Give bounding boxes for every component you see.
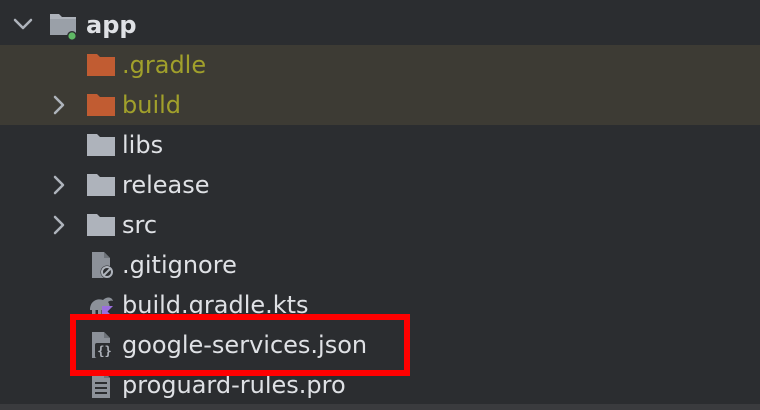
chevron-right-icon[interactable] bbox=[44, 210, 74, 240]
tree-item-label: build bbox=[122, 91, 182, 119]
tree-item-label: release bbox=[122, 171, 210, 199]
tree-item-label: .gradle bbox=[122, 51, 207, 79]
tree-item-label: app bbox=[86, 11, 137, 39]
tree-row-google-services-json[interactable]: {} google-services.json bbox=[0, 325, 760, 365]
tree-item-label: src bbox=[122, 211, 158, 239]
tree-item-label: build.gradle.kts bbox=[122, 291, 309, 319]
chevron-down-icon[interactable] bbox=[8, 10, 38, 40]
folder-icon bbox=[87, 54, 115, 76]
module-folder-icon bbox=[50, 14, 77, 40]
tree-row-src[interactable]: src bbox=[0, 205, 760, 245]
gradle-kotlin-file-icon bbox=[90, 297, 113, 317]
tree-row-release[interactable]: release bbox=[0, 165, 760, 205]
tree-row-build[interactable]: build bbox=[0, 85, 760, 125]
tree-row-gradle-dir[interactable]: .gradle bbox=[0, 45, 760, 85]
chevron-right-icon[interactable] bbox=[44, 170, 74, 200]
folder-icon bbox=[87, 214, 115, 236]
tree-row-proguard-rules[interactable]: proguard-rules.pro bbox=[0, 365, 760, 405]
tree-row-build-gradle-kts[interactable]: build.gradle.kts bbox=[0, 285, 760, 325]
json-file-icon: {} bbox=[92, 332, 114, 358]
tree-row-libs[interactable]: libs bbox=[0, 125, 760, 165]
tree-item-label: libs bbox=[122, 131, 164, 159]
tree-item-label: google-services.json bbox=[122, 331, 368, 359]
chevron-right-icon[interactable] bbox=[44, 90, 74, 120]
svg-text:{}: {} bbox=[97, 344, 111, 358]
tree-row-app[interactable]: app bbox=[0, 5, 760, 45]
folder-icon bbox=[87, 174, 115, 196]
tree-row-gitignore[interactable]: .gitignore bbox=[0, 245, 760, 285]
text-file-icon bbox=[92, 372, 110, 398]
tree-item-label: .gitignore bbox=[122, 251, 237, 279]
folder-icon bbox=[87, 94, 115, 116]
horizontal-scrollbar[interactable] bbox=[0, 404, 760, 410]
project-tree: app .gradle build libs release src .giti… bbox=[0, 0, 760, 410]
folder-icon bbox=[87, 134, 115, 156]
gitignore-file-icon bbox=[92, 252, 114, 279]
tree-item-label: proguard-rules.pro bbox=[122, 371, 346, 399]
